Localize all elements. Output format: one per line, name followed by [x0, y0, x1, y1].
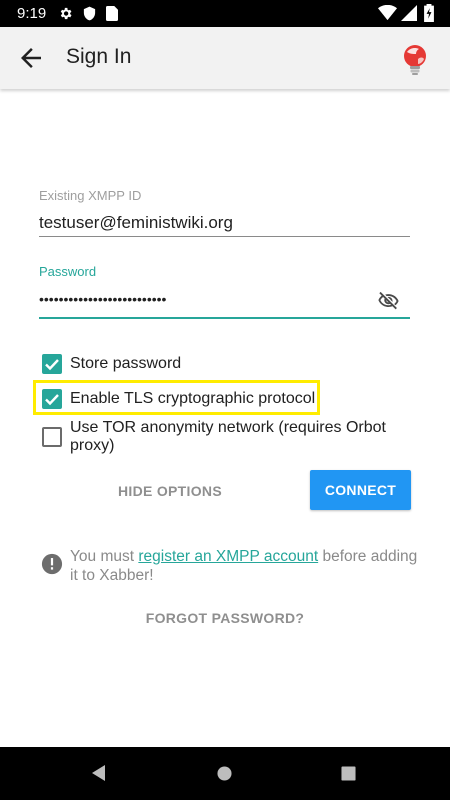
register-info-text: You must register an XMPP account before…: [70, 547, 420, 585]
enable-tls-label: Enable TLS cryptographic protocol: [70, 390, 316, 407]
store-password-label: Store password: [70, 355, 182, 372]
wifi-icon: [378, 5, 397, 21]
status-bar: 9:19: [0, 0, 450, 27]
connect-button[interactable]: CONNECT: [310, 470, 411, 510]
shield-icon: [83, 6, 96, 21]
forgot-password-button[interactable]: FORGOT PASSWORD?: [100, 610, 350, 626]
store-password-checkbox[interactable]: [42, 354, 62, 374]
gear-icon: [60, 7, 72, 20]
eye-off-icon[interactable]: [376, 290, 401, 312]
use-tor-label-line1: Use TOR anonymity network (requires Orbo…: [70, 419, 386, 436]
status-time: 9:19: [17, 5, 47, 22]
info-prefix: You must: [70, 548, 139, 565]
nav-back-icon[interactable]: [90, 764, 108, 782]
navigation-bar: [0, 747, 450, 800]
xmpp-id-underline: [39, 236, 410, 237]
use-tor-checkbox[interactable]: [42, 427, 62, 447]
nav-recents-icon[interactable]: [341, 766, 356, 781]
battery-charging-icon: [424, 4, 434, 22]
check-icon: [45, 394, 59, 406]
password-underline: [39, 317, 410, 319]
xmpp-id-input[interactable]: testuser@feministwiki.org: [39, 213, 233, 233]
page-title: Sign In: [66, 45, 132, 68]
arrow-back-icon[interactable]: [16, 43, 46, 73]
app-bar: Sign In: [0, 27, 450, 89]
register-account-link[interactable]: register an XMPP account: [138, 548, 318, 565]
nav-home-icon[interactable]: [217, 766, 232, 781]
xabber-lightbulb-logo: [404, 45, 426, 75]
signal-icon: [401, 5, 417, 21]
hide-options-button[interactable]: HIDE OPTIONS: [100, 474, 240, 508]
check-icon: [45, 359, 59, 371]
use-tor-label-line2: proxy): [70, 437, 115, 454]
password-label: Password: [39, 264, 97, 279]
enable-tls-checkbox[interactable]: [42, 389, 62, 409]
password-input[interactable]: ••••••••••••••••••••••••••: [39, 291, 166, 307]
xmpp-id-label: Existing XMPP ID: [39, 188, 142, 203]
alert-circle-icon: [41, 553, 63, 575]
sd-card-icon: [106, 6, 118, 21]
